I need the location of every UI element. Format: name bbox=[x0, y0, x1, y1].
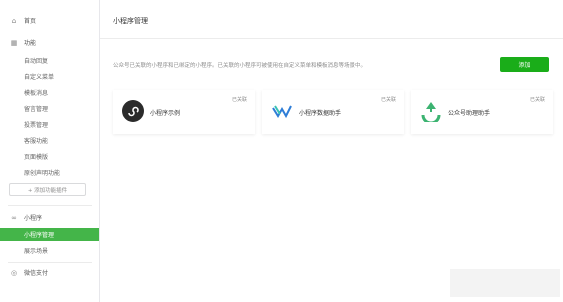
title-divider bbox=[100, 38, 563, 39]
miniprogram-card[interactable]: 已关联 小程序示例 bbox=[113, 90, 255, 134]
add-function-plugin-button[interactable]: + 添加功能插件 bbox=[9, 183, 86, 196]
sidebar-item-miniprogram-management[interactable]: 小程序管理 bbox=[0, 228, 99, 241]
sidebar-item-auto-reply[interactable]: 自动回复 bbox=[0, 54, 99, 67]
sidebar-group-label: 功能 bbox=[24, 40, 37, 47]
miniprogram-card[interactable]: 已关联 小程序数据助手 bbox=[262, 90, 404, 134]
miniprogram-logo-icon bbox=[122, 100, 144, 122]
sidebar-item-label: 微信支付 bbox=[24, 270, 49, 277]
sidebar-item-template-message[interactable]: 模板消息 bbox=[0, 86, 99, 99]
sidebar-item-label: 投票管理 bbox=[24, 122, 49, 129]
card-status: 已关联 bbox=[231, 97, 247, 103]
sidebar-item-label: 模板消息 bbox=[24, 90, 49, 97]
page-title: 小程序管理 bbox=[113, 17, 148, 25]
data-assistant-logo-icon bbox=[272, 105, 292, 119]
sidebar-item-label: 原创声明功能 bbox=[24, 170, 61, 177]
sidebar-item-custom-menu[interactable]: 自定义菜单 bbox=[0, 70, 99, 83]
sidebar-divider bbox=[8, 262, 92, 263]
card-status: 已关联 bbox=[380, 97, 396, 103]
page-description: 公众号已关联的小程序和已绑定的小程序。已关联的小程序可被使用在自定义菜单和模板消… bbox=[113, 63, 367, 69]
add-button[interactable]: 添加 bbox=[500, 57, 549, 72]
miniprogram-card[interactable]: 已关联 公众号助理助手 bbox=[411, 90, 553, 134]
sidebar-item-label: 自定义菜单 bbox=[24, 74, 55, 81]
sidebar-item-home[interactable]: ⌂ 首页 bbox=[0, 14, 99, 27]
footer-placeholder bbox=[450, 269, 560, 297]
sidebar-group-miniprogram: ∞ 小程序 bbox=[0, 211, 99, 224]
sidebar-item-wechat-pay[interactable]: ◎ 微信支付 bbox=[0, 266, 99, 279]
sidebar-item-original-declaration[interactable]: 原创声明功能 bbox=[0, 166, 99, 179]
sidebar-item-customer-service[interactable]: 客服功能 bbox=[0, 134, 99, 147]
card-name: 小程序示例 bbox=[150, 110, 181, 117]
sidebar-item-comment-management[interactable]: 留言管理 bbox=[0, 102, 99, 115]
home-icon: ⌂ bbox=[11, 16, 17, 25]
card-status: 已关联 bbox=[529, 97, 545, 103]
sidebar-item-label: 页面模版 bbox=[24, 154, 49, 161]
card-name: 小程序数据助手 bbox=[299, 110, 342, 117]
recycle-logo-icon bbox=[421, 102, 441, 122]
sidebar-item-label: 留言管理 bbox=[24, 106, 49, 113]
link-icon: ∞ bbox=[11, 213, 17, 222]
sidebar: ⌂ 首页 ▦ 功能 自动回复 自定义菜单 模板消息 留言管理 投票管理 客服功能… bbox=[0, 0, 100, 302]
grid-icon: ▦ bbox=[10, 38, 18, 47]
sidebar-item-vote-management[interactable]: 投票管理 bbox=[0, 118, 99, 131]
sidebar-item-display-scene[interactable]: 展示场景 bbox=[0, 244, 99, 257]
sidebar-group-function: ▦ 功能 bbox=[0, 36, 99, 49]
main-panel: 小程序管理 公众号已关联的小程序和已绑定的小程序。已关联的小程序可被使用在自定义… bbox=[100, 0, 563, 302]
sidebar-group-label: 小程序 bbox=[24, 215, 43, 222]
sidebar-item-label: 自动回复 bbox=[24, 58, 49, 65]
sidebar-item-label: 展示场景 bbox=[24, 248, 49, 255]
card-name: 公众号助理助手 bbox=[448, 110, 491, 117]
sidebar-divider bbox=[8, 205, 92, 206]
sidebar-item-label: 首页 bbox=[24, 18, 37, 25]
sidebar-item-label: 客服功能 bbox=[24, 138, 49, 145]
sidebar-item-label: 小程序管理 bbox=[24, 232, 55, 239]
payment-icon: ◎ bbox=[10, 268, 18, 277]
sidebar-item-page-template[interactable]: 页面模版 bbox=[0, 150, 99, 163]
